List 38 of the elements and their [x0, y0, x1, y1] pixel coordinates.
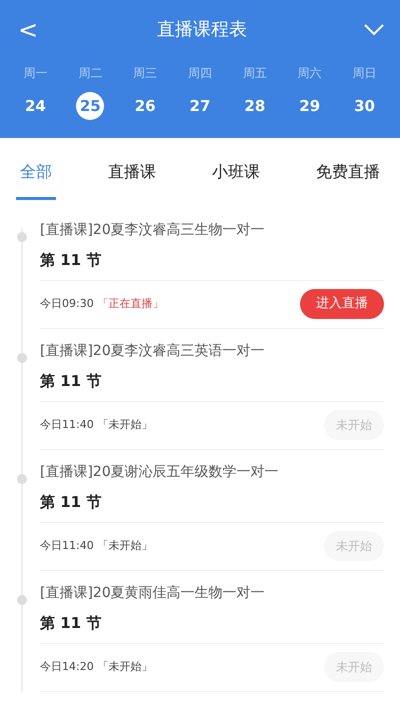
start-time: 今日11:40: [40, 416, 94, 433]
start-time: 今日11:40: [40, 538, 94, 554]
weekday-label: 周五: [242, 65, 267, 82]
page-title: 直播课程表: [157, 18, 247, 42]
lesson-number: 第 11 节: [40, 370, 384, 402]
chevron-down-icon[interactable]: [364, 24, 384, 36]
date-button[interactable]: 28: [240, 92, 269, 120]
start-time: 今日14:20: [40, 658, 94, 675]
date-button[interactable]: 29: [296, 92, 324, 120]
date-button[interactable]: 30: [350, 92, 379, 120]
status-label: 「未开始」: [98, 658, 153, 675]
weekday-label: 周三: [133, 65, 158, 82]
weekday-label: 周二: [78, 65, 102, 82]
lesson-number: 第 11 节: [40, 249, 384, 280]
status-label: 「未开始」: [98, 538, 153, 554]
lesson-number: 第 11 节: [40, 612, 384, 644]
category-tab[interactable]: 直播课: [104, 138, 160, 200]
weekday-label: 周一: [23, 65, 48, 82]
course-title: [直播课]20夏黄雨佳高一生物一对一: [40, 584, 266, 603]
enter-live-button[interactable]: 进入直播: [300, 289, 384, 319]
start-time: 今日09:30: [40, 296, 94, 312]
lesson-number: 第 11 节: [40, 491, 384, 522]
back-button[interactable]: <: [16, 14, 40, 46]
category-tab[interactable]: 小班课: [208, 138, 264, 200]
category-tab[interactable]: 免费直播: [312, 138, 384, 200]
course-title: [直播课]20夏李汶睿高三英语一对一: [40, 342, 266, 361]
date-button[interactable]: 24: [21, 92, 50, 120]
date-button[interactable]: 27: [186, 92, 214, 120]
category-tab[interactable]: 全部: [16, 138, 56, 200]
weekday-label: 周日: [352, 65, 377, 82]
course-title: [直播课]20夏李汶睿高三生物一对一: [40, 221, 266, 240]
course-title: [直播课]20夏谢沁辰五年级数学一对一: [40, 463, 280, 482]
weekday-label: 周六: [298, 65, 322, 82]
status-label: 「未开始」: [98, 416, 153, 433]
date-button[interactable]: 26: [131, 92, 160, 120]
weekday-label: 周四: [188, 65, 212, 82]
date-button[interactable]: 25: [76, 92, 104, 120]
status-label: 「正在直播」: [98, 296, 164, 312]
